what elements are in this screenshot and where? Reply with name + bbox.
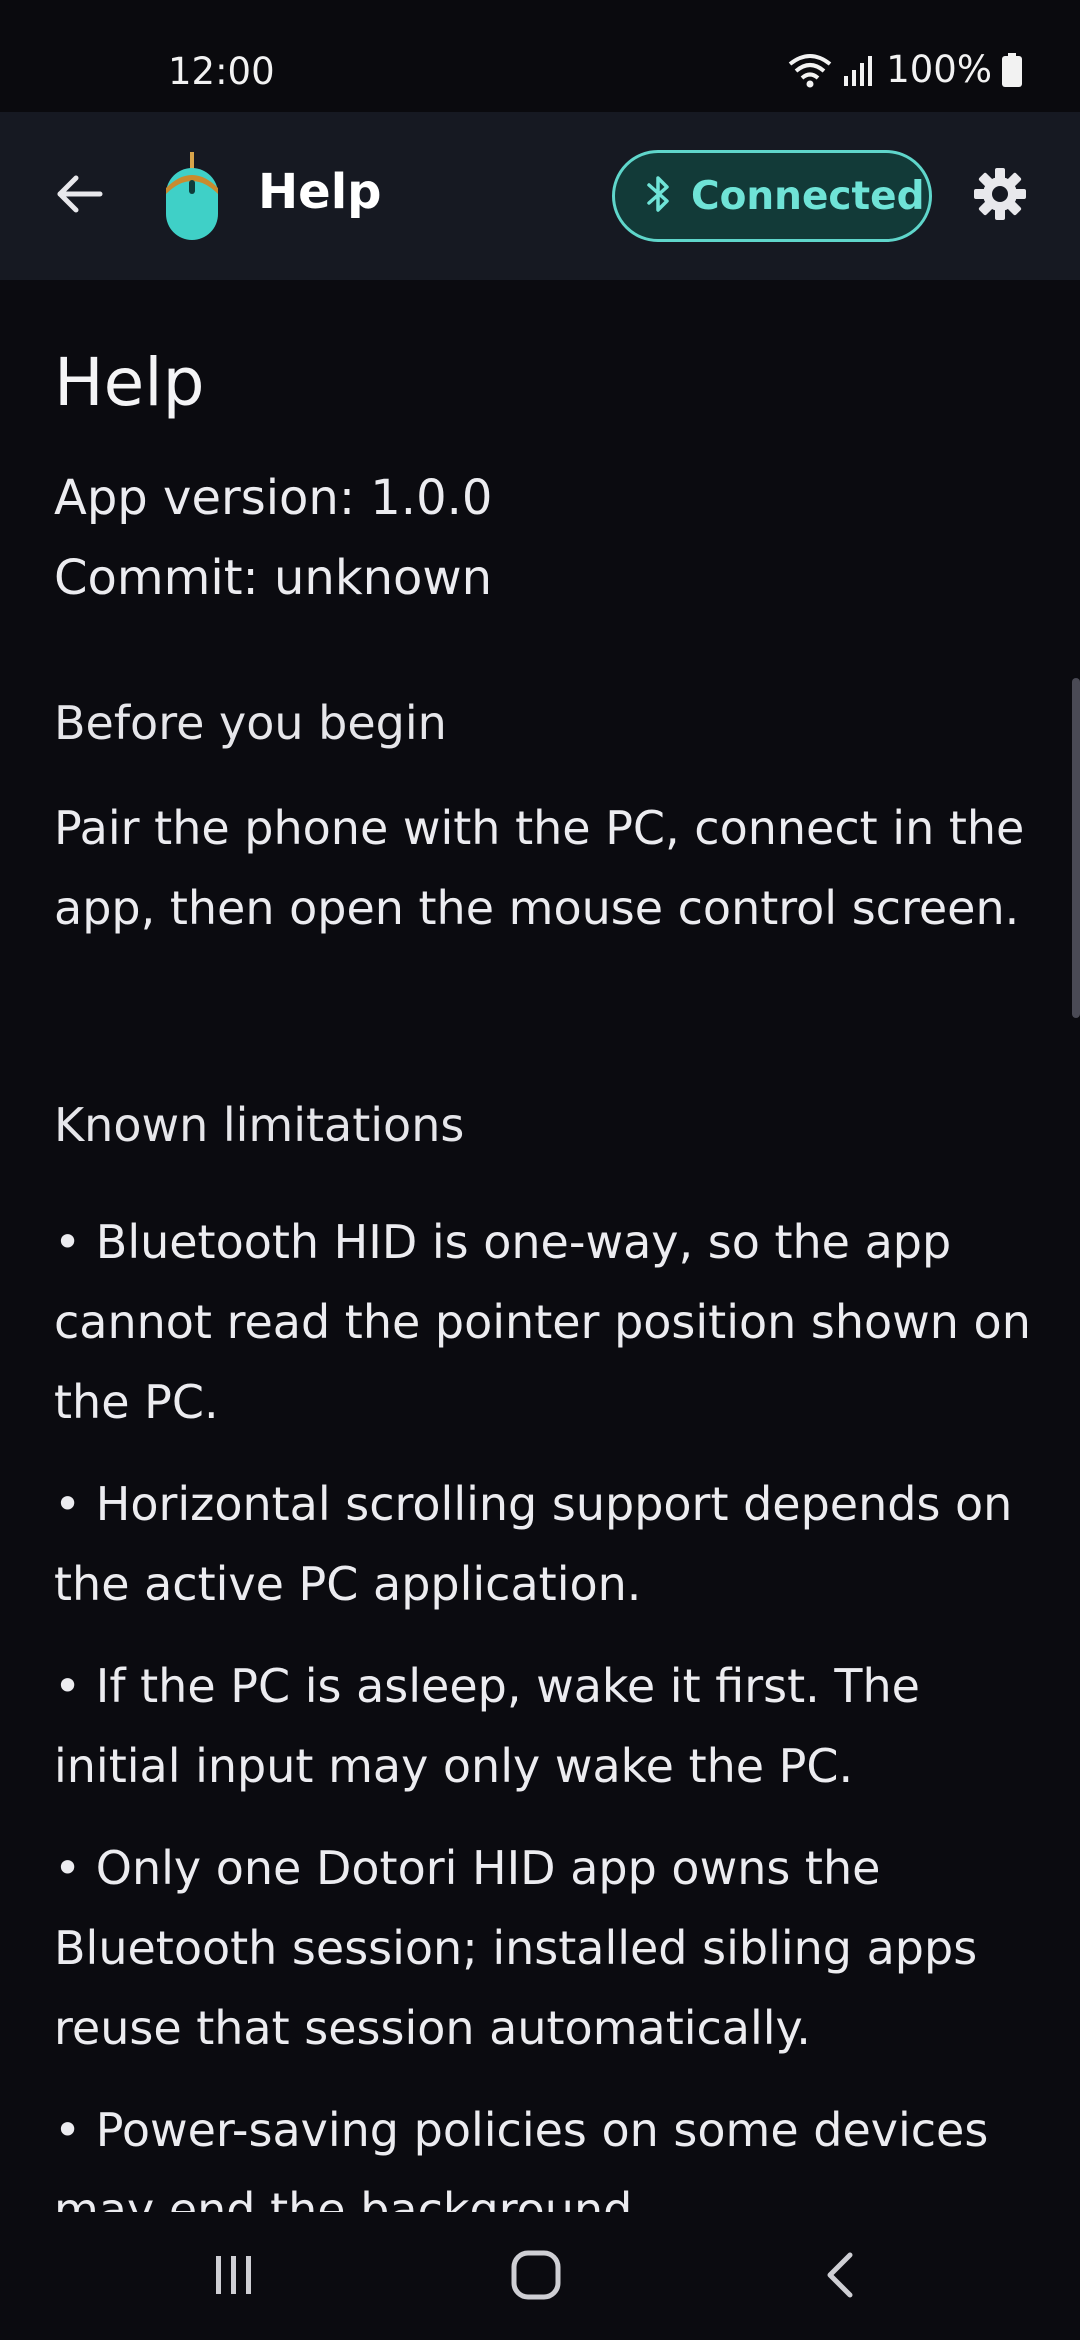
help-content[interactable]: Help App version: 1.0.0 Commit: unknown … (0, 280, 1080, 2212)
connection-status-label: Connected (691, 173, 925, 219)
back-icon (820, 2249, 860, 2305)
before-you-begin-text: Pair the phone with the PC, connect in t… (54, 801, 1025, 935)
mouse-logo-icon (160, 148, 224, 244)
app-version: App version: 1.0.0 (54, 470, 493, 526)
limitation-item: • If the PC is asleep, wake it first. Th… (54, 1659, 920, 1793)
recents-button[interactable] (194, 2242, 274, 2312)
page-title: Help (54, 344, 205, 421)
home-button[interactable] (496, 2242, 576, 2312)
limitation-item: • Horizontal scrolling support depends o… (54, 1477, 1013, 1611)
section-title-before-you-begin: Before you begin (54, 696, 447, 750)
battery-icon (1002, 52, 1022, 87)
help-screen: 12:00 100% Help Connected Help App versi… (0, 0, 1080, 2340)
status-icons: 100% (788, 48, 1022, 91)
recents-icon (210, 2252, 258, 2302)
section-title-known-limitations: Known limitations (54, 1098, 465, 1152)
limitation-item: • Bluetooth HID is one-way, so the app c… (54, 1215, 1031, 1429)
scrollbar-thumb[interactable] (1072, 678, 1080, 1018)
system-nav-bar (0, 2212, 1080, 2340)
gear-icon (972, 166, 1028, 226)
bluetooth-icon (645, 174, 671, 218)
status-bar: 12:00 100% (0, 0, 1080, 112)
home-icon (510, 2249, 562, 2305)
wifi-icon (788, 52, 832, 88)
status-time: 12:00 (168, 50, 275, 93)
back-button[interactable] (40, 156, 120, 236)
commit-info: Commit: unknown (54, 550, 493, 606)
battery-percent: 100% (886, 48, 992, 91)
settings-button[interactable] (968, 164, 1032, 228)
connection-status-chip[interactable]: Connected (612, 150, 932, 242)
limitation-item: • Only one Dotori HID app owns the Bluet… (54, 1841, 978, 2055)
app-title: Help (258, 164, 382, 220)
signal-icon (842, 54, 876, 86)
limitation-item: • Power-saving policies on some devices … (54, 2103, 989, 2212)
nav-back-button[interactable] (800, 2242, 880, 2312)
app-bar: Help Connected (0, 112, 1080, 280)
arrow-left-icon (56, 174, 104, 218)
